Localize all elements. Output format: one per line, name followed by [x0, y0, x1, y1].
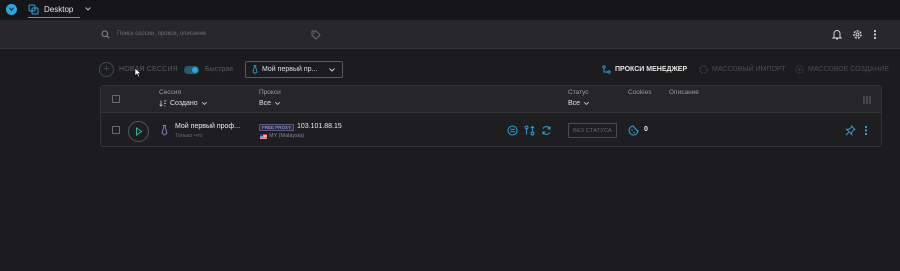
- column-cookies-title: Cookies: [628, 89, 652, 96]
- profile-select-value: Мой первый пр...: [262, 66, 318, 73]
- mass-create-label: МАССОВОЕ СОЗДАНИЕ: [808, 66, 889, 73]
- workspace-name[interactable]: Desktop: [44, 5, 73, 14]
- import-icon: [699, 65, 708, 74]
- search-input[interactable]: Поиск сессии, прокси, описание: [117, 31, 206, 37]
- proxy-filter-select[interactable]: Все: [259, 100, 281, 107]
- cookie-count: 0: [644, 126, 648, 133]
- mass-create-icon: [795, 65, 804, 74]
- profile-select[interactable]: Мой первый пр...: [245, 61, 343, 78]
- mass-import-label: МАССОВЫЙ ИМПОРТ: [712, 66, 786, 73]
- mass-import-button[interactable]: МАССОВЫЙ ИМПОРТ: [699, 65, 786, 74]
- workspace-icon: [28, 4, 39, 15]
- table-row[interactable]: Мой первый проф... Только что FREE PROXY…: [101, 114, 881, 146]
- chevron-down-icon: [201, 101, 207, 105]
- search-icon: [101, 30, 110, 39]
- row-checkbox[interactable]: [112, 126, 120, 134]
- session-sort-select[interactable]: Создано: [159, 100, 208, 107]
- column-description-title: Описание: [669, 89, 699, 96]
- play-icon: [135, 127, 142, 136]
- plus-icon: +: [99, 62, 114, 77]
- mass-create-button[interactable]: МАССОВОЕ СОЗДАНИЕ: [795, 65, 889, 74]
- more-options-icon[interactable]: [873, 29, 877, 40]
- table-header: Сессия Создано Прокси Все Статус Все Coo…: [101, 86, 881, 113]
- pin-icon[interactable]: [845, 125, 856, 136]
- chevron-down-icon: [584, 101, 590, 105]
- search-bar: Поиск сессии, прокси, описание: [0, 20, 900, 49]
- flag-icon: [260, 134, 267, 139]
- new-session-label: НОВАЯ СЕССИЯ: [119, 66, 178, 73]
- top-bar: Desktop: [0, 0, 900, 20]
- session-name[interactable]: Мой первый проф...: [175, 123, 240, 130]
- proxy-change-icon[interactable]: [524, 125, 535, 136]
- column-session-title: Сессия: [159, 89, 181, 96]
- refresh-icon[interactable]: [541, 125, 552, 136]
- column-status-title: Статус: [568, 89, 589, 96]
- sort-icon: [159, 100, 167, 107]
- quick-toggle-label: Быстрая: [205, 66, 233, 73]
- cookie-icon[interactable]: [628, 125, 639, 136]
- proxy-info-icon[interactable]: [507, 125, 518, 136]
- proxy-manager-label: ПРОКСИ МЕНЕДЖЕР: [615, 66, 688, 73]
- chevron-down-icon: [329, 68, 335, 72]
- column-proxy-title: Прокси: [259, 89, 281, 96]
- status-badge[interactable]: БЕЗ СТАТУСА: [568, 123, 617, 138]
- tie-icon: [252, 65, 258, 74]
- session-created: Только что: [175, 133, 203, 139]
- row-more-icon[interactable]: [864, 125, 868, 136]
- chevron-down-icon[interactable]: [84, 5, 92, 13]
- proxy-filter-value: Все: [259, 100, 272, 107]
- proxy-route-icon: [602, 65, 611, 74]
- columns-settings-icon[interactable]: [863, 96, 871, 104]
- status-filter-select[interactable]: Все: [568, 100, 590, 107]
- proxy-location: MY (Malaysia): [269, 133, 305, 139]
- status-badge-label: БЕЗ СТАТУСА: [573, 127, 612, 134]
- session-sort-value: Создано: [170, 100, 198, 107]
- status-filter-value: Все: [568, 100, 581, 107]
- proxy-ip[interactable]: 103.101.88.15: [297, 123, 342, 130]
- tag-icon[interactable]: [311, 30, 321, 40]
- proxy-type-badge: FREE PROXY: [259, 124, 295, 131]
- select-all-checkbox[interactable]: [112, 95, 120, 103]
- proxy-manager-button[interactable]: ПРОКСИ МЕНЕДЖЕР: [602, 65, 687, 74]
- sessions-table: Сессия Создано Прокси Все Статус Все Coo…: [100, 85, 882, 147]
- workspace-active-indicator: [28, 17, 80, 18]
- start-session-button[interactable]: [128, 121, 149, 142]
- mouse-cursor-icon: [134, 67, 142, 78]
- app-logo-icon[interactable]: [6, 4, 17, 15]
- chevron-down-icon: [275, 101, 281, 105]
- gear-icon[interactable]: [852, 29, 863, 40]
- tie-icon: [161, 125, 168, 136]
- bell-icon[interactable]: [832, 29, 842, 40]
- quick-toggle[interactable]: [184, 66, 199, 74]
